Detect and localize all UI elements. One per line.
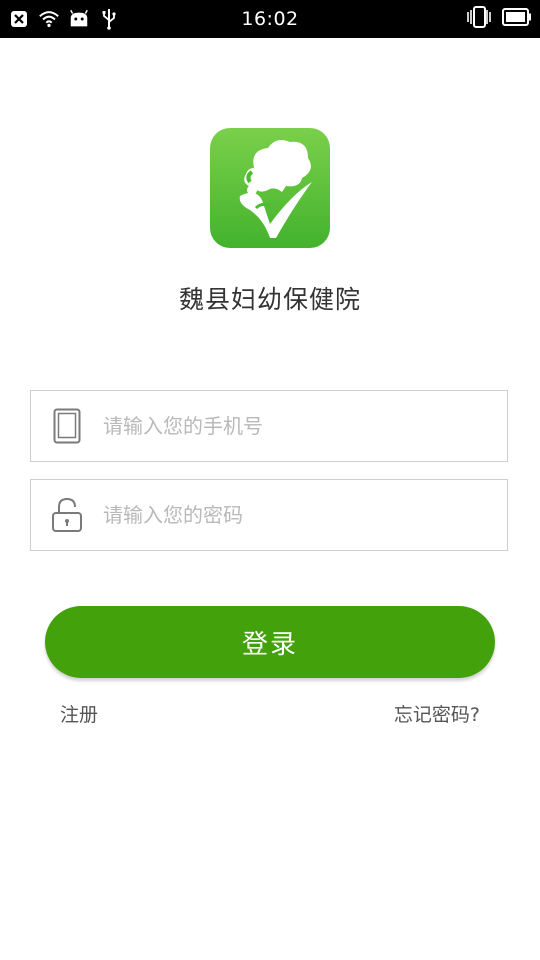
password-field[interactable]	[30, 479, 508, 551]
battery-icon	[502, 8, 532, 30]
phone-input[interactable]	[103, 391, 493, 461]
vibrate-icon	[466, 6, 492, 32]
forgot-password-link[interactable]: 忘记密码?	[394, 700, 480, 727]
lock-icon	[51, 496, 83, 534]
register-link[interactable]: 注册	[60, 700, 98, 727]
phone-field[interactable]	[30, 390, 508, 462]
status-right-icons	[466, 6, 532, 32]
status-bar: 16:02	[0, 0, 540, 38]
password-input[interactable]	[103, 480, 493, 550]
login-button[interactable]: 登录	[45, 606, 495, 678]
login-screen: 16:02 魏县妇幼保健院 请输入您的手机号 登录 注册 忘记密码?	[0, 0, 540, 960]
app-name: 魏县妇幼保健院	[178, 285, 361, 314]
phone-icon	[51, 407, 83, 445]
app-logo-icon	[210, 128, 330, 248]
status-time: 16:02	[241, 8, 299, 30]
